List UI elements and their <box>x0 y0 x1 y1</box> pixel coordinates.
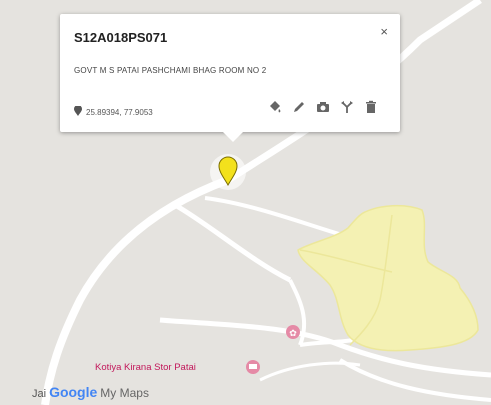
popup-tail <box>223 132 243 142</box>
popup-title: S12A018PS071 <box>74 30 168 45</box>
poi-store-glyph <box>249 364 257 369</box>
directions-icon[interactable] <box>340 100 354 114</box>
map-brand: Jai Google My Maps <box>32 384 149 400</box>
my-maps-label: My Maps <box>100 386 149 400</box>
popup-toolbar <box>268 100 378 114</box>
popup-description: GOVT M S PATAI PASHCHAMI BHAG ROOM NO 2 <box>74 66 267 75</box>
popup-coordinates: 25.89394, 77.9053 <box>74 105 153 118</box>
location-pin-icon <box>74 105 82 118</box>
paint-bucket-icon[interactable] <box>268 100 282 114</box>
coordinates-text: 25.89394, 77.9053 <box>86 107 153 117</box>
trash-icon[interactable] <box>364 100 378 114</box>
poi-flower-glyph: ✿ <box>289 328 297 338</box>
info-popup: S12A018PS071 × GOVT M S PATAI PASHCHAMI … <box>60 14 400 142</box>
pencil-icon[interactable] <box>292 100 306 114</box>
place-label-kotiya-kirana[interactable]: Kotiya Kirana Stor Patai <box>95 362 196 373</box>
map-stage[interactable]: ✿ Kotiya Kirana Stor Patai S12A018PS071 … <box>0 0 491 405</box>
camera-icon[interactable] <box>316 100 330 114</box>
google-logo: Google <box>49 384 98 400</box>
partial-place-label: Jai <box>32 388 47 400</box>
close-icon[interactable]: × <box>380 24 388 39</box>
